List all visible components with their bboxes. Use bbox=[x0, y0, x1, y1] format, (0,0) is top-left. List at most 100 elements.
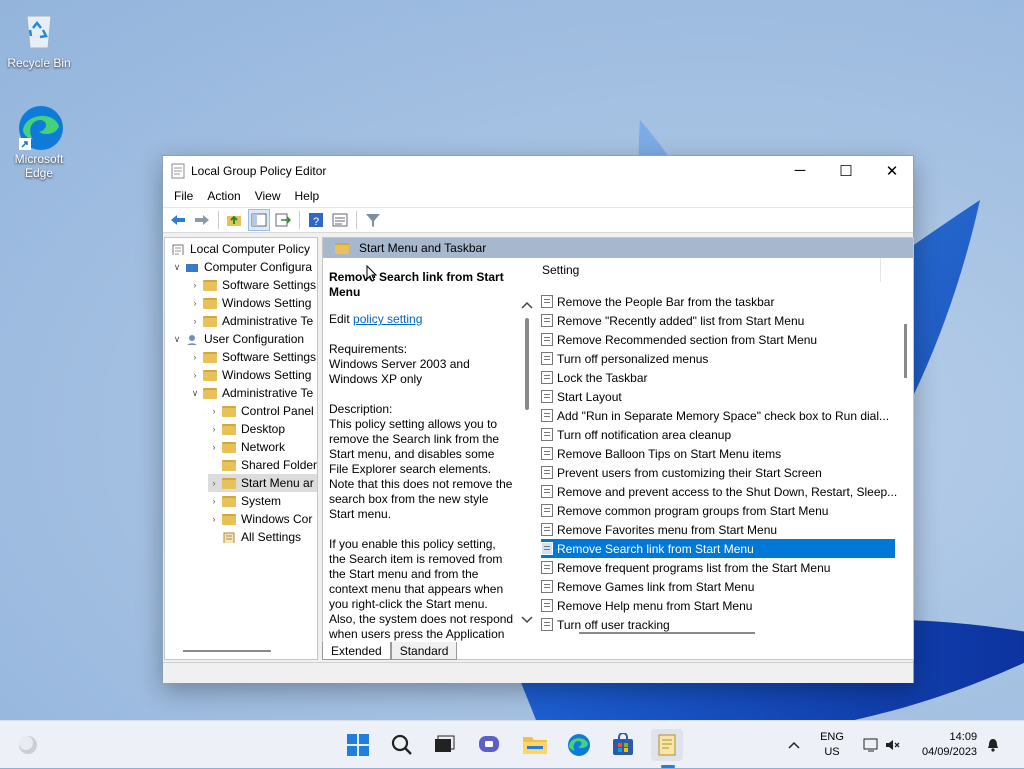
desktop-icon-recycle-bin[interactable]: Recycle Bin bbox=[1, 8, 77, 70]
setting-row[interactable]: Turn off personalized menus bbox=[541, 349, 895, 368]
tree-node-start-menu-and-taskbar[interactable]: › Start Menu ar bbox=[208, 474, 317, 492]
expand-chevron-icon[interactable]: › bbox=[189, 280, 201, 290]
close-icon: ✕ bbox=[885, 162, 899, 180]
menu-help[interactable]: Help bbox=[288, 189, 327, 203]
tree-node-network[interactable]: › Network bbox=[208, 438, 286, 456]
expand-chevron-icon[interactable]: › bbox=[189, 352, 201, 362]
setting-row[interactable]: Remove frequent programs list from the S… bbox=[541, 558, 895, 577]
language-indicator[interactable]: ENG US bbox=[816, 730, 848, 760]
group-policy-taskbar-button[interactable] bbox=[651, 729, 683, 761]
edge-button[interactable] bbox=[563, 729, 595, 761]
back-button[interactable] bbox=[167, 209, 189, 231]
show-hide-tree-button[interactable] bbox=[248, 209, 270, 231]
setting-row[interactable]: Lock the Taskbar bbox=[541, 368, 895, 387]
setting-row[interactable]: Remove Help menu from Start Menu bbox=[541, 596, 895, 615]
tree-node-all-settings[interactable]: All Settings bbox=[220, 528, 301, 546]
tree-node-administrative-templates[interactable]: ∨ Administrative Te bbox=[189, 384, 313, 402]
setting-row[interactable]: Remove and prevent access to the Shut Do… bbox=[541, 482, 897, 501]
collapse-chevron-icon[interactable]: ∨ bbox=[171, 334, 183, 345]
export-list-button[interactable] bbox=[272, 209, 294, 231]
tree-node-label: Local Computer Policy bbox=[190, 242, 311, 256]
chevron-up-icon[interactable] bbox=[786, 737, 802, 753]
setting-row[interactable]: Remove Games link from Start Menu bbox=[541, 577, 895, 596]
expand-chevron-icon[interactable]: › bbox=[189, 370, 201, 380]
title-bar[interactable]: Local Group Policy Editor ─ ☐ ✕ bbox=[163, 156, 913, 185]
policy-setting-icon bbox=[541, 542, 553, 555]
tree-node-windows-settings[interactable]: › Windows Setting bbox=[189, 366, 312, 384]
setting-row[interactable]: Add "Run in Separate Memory Space" check… bbox=[541, 406, 895, 425]
list-scrollbar[interactable] bbox=[904, 324, 907, 378]
notification-bell-icon[interactable] bbox=[985, 737, 1001, 753]
collapse-chevron-icon[interactable]: ∨ bbox=[189, 388, 201, 399]
tab-standard[interactable]: Standard bbox=[390, 642, 458, 660]
menu-view[interactable]: View bbox=[248, 189, 288, 203]
setting-row[interactable]: Remove Recommended section from Start Me… bbox=[541, 330, 895, 349]
description-scrollbar[interactable] bbox=[520, 298, 534, 628]
expand-chevron-icon[interactable]: › bbox=[208, 406, 220, 416]
tree-node-software-settings[interactable]: › Software Settings bbox=[189, 348, 317, 366]
chat-button[interactable] bbox=[474, 729, 506, 761]
start-button[interactable] bbox=[342, 729, 374, 761]
close-button[interactable]: ✕ bbox=[869, 156, 915, 185]
task-view-button[interactable] bbox=[428, 729, 460, 761]
expand-chevron-icon[interactable]: › bbox=[208, 424, 220, 434]
recycle-bin-icon bbox=[17, 8, 61, 52]
store-button[interactable] bbox=[607, 729, 639, 761]
expand-chevron-icon[interactable]: › bbox=[208, 478, 220, 488]
tree-node-desktop[interactable]: › Desktop bbox=[208, 420, 286, 438]
setting-row-label: Remove Recommended section from Start Me… bbox=[557, 332, 818, 347]
help-button[interactable]: ? bbox=[305, 209, 327, 231]
expand-chevron-icon[interactable]: › bbox=[208, 514, 220, 524]
properties-button[interactable] bbox=[329, 209, 351, 231]
setting-row[interactable]: Start Layout bbox=[541, 387, 895, 406]
collapse-chevron-icon[interactable]: ∨ bbox=[171, 262, 183, 273]
tree-node-windows-components[interactable]: › Windows Cor bbox=[208, 510, 313, 528]
setting-row[interactable]: Remove Favorites menu from Start Menu bbox=[541, 520, 895, 539]
maximize-button[interactable]: ☐ bbox=[823, 156, 869, 185]
tab-extended[interactable]: Extended bbox=[322, 642, 391, 660]
widgets-button[interactable] bbox=[12, 729, 44, 761]
setting-row[interactable]: Remove Search link from Start Menu bbox=[541, 539, 895, 558]
tree-node-local-computer-policy[interactable]: Local Computer Policy bbox=[169, 240, 310, 258]
tree-node-computer-configuration[interactable]: ∨ Computer Configura bbox=[171, 258, 312, 276]
network-icon[interactable] bbox=[862, 737, 880, 753]
forward-arrow-icon bbox=[195, 215, 209, 225]
setting-row[interactable]: Remove Balloon Tips on Start Menu items bbox=[541, 444, 895, 463]
expand-chevron-icon[interactable]: › bbox=[208, 496, 220, 506]
list-horizontal-scrollbar[interactable] bbox=[579, 632, 755, 634]
filter-button[interactable] bbox=[362, 209, 384, 231]
setting-row[interactable]: Remove the People Bar from the taskbar bbox=[541, 292, 895, 311]
folder-icon bbox=[222, 477, 236, 489]
category-title: Start Menu and Taskbar bbox=[359, 241, 487, 255]
tree-node-system[interactable]: › System bbox=[208, 492, 282, 510]
setting-row[interactable]: Prevent users from customizing their Sta… bbox=[541, 463, 895, 482]
speaker-muted-icon[interactable] bbox=[884, 737, 900, 753]
setting-row[interactable]: Turn off notification area cleanup bbox=[541, 425, 895, 444]
file-explorer-button[interactable] bbox=[519, 729, 551, 761]
expand-chevron-icon[interactable]: › bbox=[189, 298, 201, 308]
clock[interactable]: 14:09 04/09/2023 bbox=[922, 730, 977, 760]
tree-node-administrative-templates[interactable]: › Administrative Te bbox=[189, 312, 314, 330]
mouse-cursor bbox=[366, 265, 378, 282]
tree-horizontal-scrollbar[interactable] bbox=[183, 650, 271, 652]
minimize-button[interactable]: ─ bbox=[777, 156, 823, 185]
search-button[interactable] bbox=[386, 729, 418, 761]
edit-policy-setting-link[interactable]: policy setting bbox=[353, 312, 422, 326]
setting-row[interactable]: Remove "Recently added" list from Start … bbox=[541, 311, 895, 330]
desktop-icon-edge[interactable]: Microsoft Edge bbox=[1, 104, 77, 180]
setting-row-label: Add "Run in Separate Memory Space" check… bbox=[557, 408, 890, 423]
expand-chevron-icon[interactable]: › bbox=[189, 316, 201, 326]
tree-node-control-panel[interactable]: › Control Panel bbox=[208, 402, 314, 420]
menu-action[interactable]: Action bbox=[200, 189, 247, 203]
forward-button[interactable] bbox=[191, 209, 213, 231]
setting-column-header[interactable]: Setting bbox=[537, 258, 881, 282]
tree-node-windows-settings[interactable]: › Windows Setting bbox=[189, 294, 312, 312]
up-one-level-button[interactable] bbox=[224, 209, 246, 231]
expand-chevron-icon[interactable]: › bbox=[208, 442, 220, 452]
tree-node-shared-folders[interactable]: Shared Folder bbox=[220, 456, 317, 474]
setting-row[interactable]: Remove common program groups from Start … bbox=[541, 501, 895, 520]
menu-file[interactable]: File bbox=[167, 189, 200, 203]
tree-node-software-settings[interactable]: › Software Settings bbox=[189, 276, 317, 294]
tree-node-user-configuration[interactable]: ∨ User Configuration bbox=[171, 330, 304, 348]
folder-icon bbox=[222, 495, 236, 507]
